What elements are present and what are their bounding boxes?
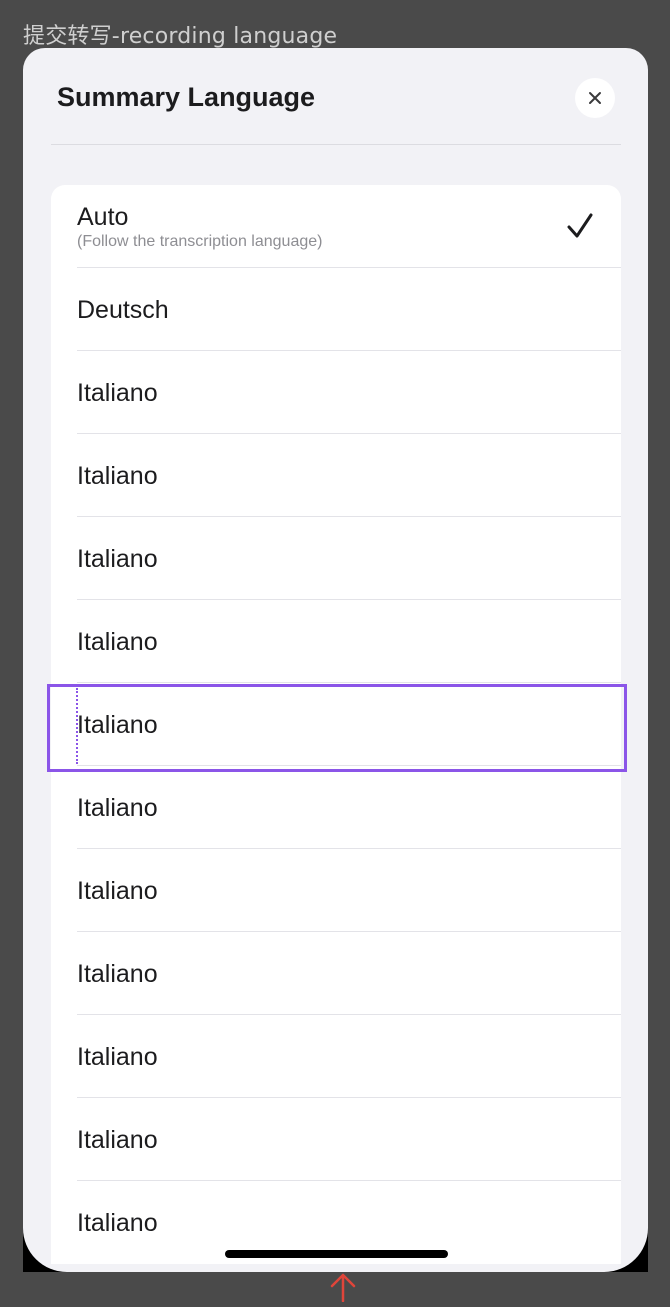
list-item-label: Italiano <box>77 378 158 407</box>
list-item-label: Italiano <box>77 544 158 573</box>
home-indicator <box>225 1250 448 1258</box>
list-item-italiano[interactable]: Italiano <box>51 351 621 434</box>
frame-title: 提交转写-recording language <box>23 24 338 49</box>
list-item-label: Italiano <box>77 793 158 822</box>
header-divider <box>51 144 621 145</box>
list-item-label: Italiano <box>77 1208 158 1237</box>
list-item-auto[interactable]: Auto (Follow the transcription language) <box>51 185 621 268</box>
close-icon <box>587 90 603 106</box>
list-item-italiano[interactable]: Italiano <box>51 434 621 517</box>
language-sheet: Summary Language Auto (Follow the transc… <box>23 48 648 1272</box>
list-item-label: Italiano <box>77 876 158 905</box>
list-item-label: Italiano <box>77 627 158 656</box>
checkmark-icon <box>567 213 593 244</box>
list-item-italiano[interactable]: Italiano <box>51 600 621 683</box>
list-item-italiano[interactable]: Italiano <box>51 932 621 1015</box>
list-item-italiano-focused[interactable]: Italiano <box>51 683 621 766</box>
list-item-italiano[interactable]: Italiano <box>51 849 621 932</box>
list-item-label: Auto <box>77 202 129 231</box>
list-item-label: Italiano <box>77 710 158 739</box>
close-button[interactable] <box>575 78 615 118</box>
language-list: Auto (Follow the transcription language)… <box>51 185 621 1264</box>
list-item-sublabel: (Follow the transcription language) <box>77 232 323 250</box>
sheet-title: Summary Language <box>57 82 316 112</box>
list-item-label: Italiano <box>77 461 158 490</box>
list-item-italiano[interactable]: Italiano <box>51 517 621 600</box>
list-item-label: Deutsch <box>77 295 169 324</box>
list-item-label: Italiano <box>77 1125 158 1154</box>
list-item-italiano[interactable]: Italiano <box>51 1015 621 1098</box>
list-item-italiano[interactable]: Italiano <box>51 766 621 849</box>
list-item-label: Italiano <box>77 1042 158 1071</box>
list-item-italiano[interactable]: Italiano <box>51 1098 621 1181</box>
list-item-deutsch[interactable]: Deutsch <box>51 268 621 351</box>
list-item-label: Italiano <box>77 959 158 988</box>
